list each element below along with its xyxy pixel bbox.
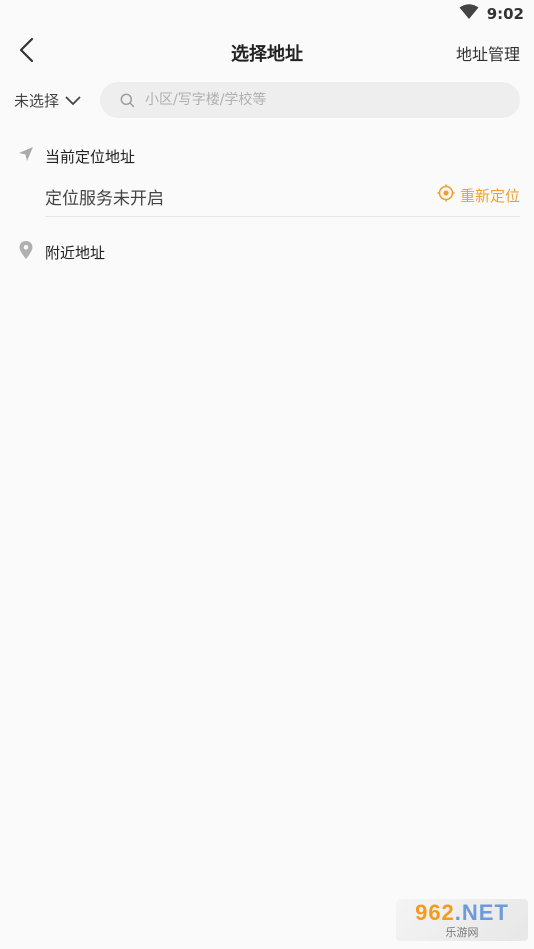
watermark-main-number: 962 bbox=[415, 900, 455, 925]
status-right: 9:02 bbox=[459, 4, 524, 24]
relocate-button[interactable]: 重新定位 bbox=[437, 184, 520, 206]
relocate-label: 重新定位 bbox=[459, 186, 520, 205]
address-manage-button[interactable]: 地址管理 bbox=[456, 41, 520, 65]
watermark-main: 962.NET bbox=[415, 900, 509, 926]
search-box[interactable] bbox=[100, 82, 520, 118]
watermark-logo: 962.NET 乐游网 bbox=[396, 899, 528, 941]
navigation-arrow-icon bbox=[17, 145, 35, 167]
watermark-suffix: .NET bbox=[454, 900, 509, 925]
page-title: 选择地址 bbox=[231, 44, 303, 65]
watermark-subtitle: 乐游网 bbox=[445, 926, 479, 939]
header: 选择地址 地址管理 bbox=[0, 28, 534, 76]
current-location-section: 当前定位地址 定位服务未开启 重新定位 bbox=[0, 140, 534, 217]
status-time: 9:02 bbox=[486, 5, 524, 23]
search-input[interactable] bbox=[143, 91, 487, 109]
search-row: 未选择 bbox=[0, 82, 534, 118]
city-select-label: 未选择 bbox=[14, 92, 60, 110]
current-location-header: 当前定位地址 bbox=[0, 140, 534, 172]
nearby-heading: 附近地址 bbox=[45, 243, 106, 262]
divider bbox=[45, 216, 520, 217]
search-icon bbox=[120, 93, 135, 108]
current-location-heading: 当前定位地址 bbox=[45, 147, 136, 166]
wifi-icon bbox=[459, 4, 479, 24]
location-status-text: 定位服务未开启 bbox=[45, 189, 164, 209]
map-pin-icon bbox=[17, 240, 35, 264]
location-status-row: 定位服务未开启 重新定位 bbox=[45, 172, 520, 216]
nearby-section: 附近地址 bbox=[0, 236, 534, 268]
status-bar: 9:02 bbox=[0, 0, 534, 28]
city-select[interactable]: 未选择 bbox=[14, 90, 81, 111]
chevron-down-icon bbox=[65, 92, 81, 110]
target-icon bbox=[437, 184, 455, 206]
nearby-header: 附近地址 bbox=[0, 236, 534, 268]
